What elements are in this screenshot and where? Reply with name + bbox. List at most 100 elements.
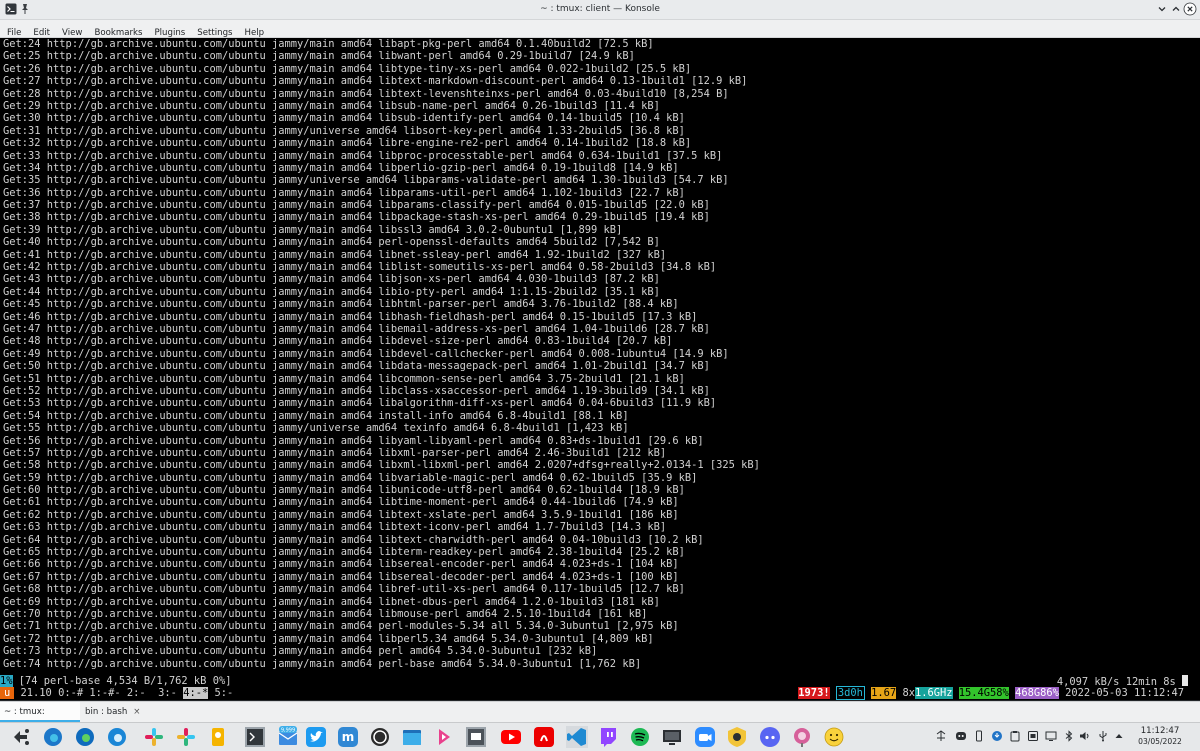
mail-badge-count: 9,999 (281, 728, 295, 734)
memory-badge: 15.4G58% (958, 687, 1009, 699)
terminal-line: Get:28 http://gb.archive.ubuntu.com/ubun… (3, 87, 729, 100)
tmux-datetime: 2022-05-03 11:12:47 (1065, 687, 1184, 699)
terminal-line: Get:53 http://gb.archive.ubuntu.com/ubun… (3, 397, 717, 410)
santander-icon[interactable] (533, 726, 555, 748)
clipboard-icon[interactable] (1009, 730, 1021, 742)
maximize-window-icon[interactable] (1169, 2, 1183, 16)
close-window-icon[interactable] (1183, 2, 1197, 16)
terminal-line: Get:65 http://gb.archive.ubuntu.com/ubun… (3, 546, 685, 559)
notifications-icon[interactable] (1027, 730, 1039, 742)
disk-badge: 468G86% (1015, 687, 1059, 699)
terminal-line: Get:59 http://gb.archive.ubuntu.com/ubun… (3, 471, 698, 484)
media-player-icon[interactable] (433, 726, 455, 748)
cpu-freq-badge: 1.6GHz (914, 687, 953, 699)
bluetooth-icon[interactable] (1063, 730, 1075, 742)
terminal-line: Get:50 http://gb.archive.ubuntu.com/ubun… (3, 360, 710, 373)
tab-tmux-client[interactable]: ~ : tmux: client× (0, 702, 80, 737)
terminal-line: Get:40 http://gb.archive.ubuntu.com/ubun… (3, 236, 660, 249)
window-title: ~ : tmux: client — Konsole (540, 4, 660, 14)
terminal-line: Get:34 http://gb.archive.ubuntu.com/ubun… (3, 161, 679, 174)
discord-tray-icon[interactable] (955, 730, 967, 742)
terminal-line: Get:73 http://gb.archive.ubuntu.com/ubun… (3, 645, 598, 658)
whatsapp-icon[interactable] (369, 726, 391, 748)
terminal-line: Get:38 http://gb.archive.ubuntu.com/ubun… (3, 211, 710, 224)
terminal-line: Get:26 http://gb.archive.ubuntu.com/ubun… (3, 62, 692, 75)
tray-expand-arrow-icon[interactable] (1113, 730, 1125, 742)
terminal-line: Get:54 http://gb.archive.ubuntu.com/ubun… (3, 409, 629, 422)
clock-time: 11:12:47 (1140, 726, 1180, 736)
update-notifier-icon[interactable] (991, 730, 1003, 742)
terminal-line: Get:47 http://gb.archive.ubuntu.com/ubun… (3, 322, 710, 335)
terminal-line: Get:51 http://gb.archive.ubuntu.com/ubun… (3, 372, 685, 385)
emoji-picker-icon[interactable] (823, 726, 845, 748)
application-launcher-icon[interactable] (10, 726, 32, 748)
svg-text:m: m (342, 730, 355, 744)
window-titlebar: ~ : tmux: client — Konsole (0, 0, 1200, 20)
apt-progress-line: 1% [74 perl-base 4,534 B/1,762 kB 0%] 4,0… (0, 675, 1200, 688)
terminal-line: Get:45 http://gb.archive.ubuntu.com/ubun… (3, 298, 679, 311)
terminal-line: Get:46 http://gb.archive.ubuntu.com/ubun… (3, 310, 698, 323)
terminal-line: Get:58 http://gb.archive.ubuntu.com/ubun… (3, 459, 760, 472)
tab-bin-bash[interactable]: bin : bash × (81, 702, 147, 722)
kdeconnect-tray-icon[interactable] (973, 730, 985, 742)
keep-notes-icon[interactable] (207, 726, 229, 748)
file-manager-icon[interactable] (401, 726, 423, 748)
edge-dev-icon[interactable] (42, 726, 64, 748)
mail-icon[interactable]: 9,999 (277, 726, 299, 748)
display-tray-icon[interactable] (1045, 730, 1057, 742)
spotify-icon[interactable] (629, 726, 651, 748)
terminal-line: Get:60 http://gb.archive.ubuntu.com/ubun… (3, 484, 685, 497)
slack-secondary-icon[interactable] (175, 726, 197, 748)
terminal-line: Get:61 http://gb.archive.ubuntu.com/ubun… (3, 496, 679, 509)
vscode-icon[interactable] (566, 726, 588, 748)
zoom-icon[interactable] (694, 726, 716, 748)
tmux-session[interactable]: u (0, 687, 15, 699)
tmux-status-bar: u 21.10 0:-# 1:-#- 2:- 3:- 4:-* 5:- 1973!… (0, 686, 1200, 700)
system-taskbar: 9,999 m 11:12:47 03/05/2022 (0, 722, 1200, 751)
progress-percent: 1% (0, 675, 13, 687)
konsole-tab-bar: ~ : tmux: client× bin : bash × (0, 701, 1200, 737)
tmux-active-window[interactable]: 4:-* (183, 687, 209, 699)
edge-beta-icon[interactable] (106, 726, 128, 748)
terminal-line: Get:29 http://gb.archive.ubuntu.com/ubun… (3, 99, 660, 112)
display-settings-icon[interactable] (661, 726, 683, 748)
terminal-line: Get:43 http://gb.archive.ubuntu.com/ubun… (3, 273, 660, 286)
konsole-taskbar-icon[interactable] (244, 726, 266, 748)
terminal-line: Get:33 http://gb.archive.ubuntu.com/ubun… (3, 149, 723, 162)
youtube-icon[interactable] (500, 726, 522, 748)
load-badge: 1.67 (871, 687, 897, 699)
tmux-windows[interactable]: 0:-# 1:-#- 2:- 3:- (52, 687, 183, 699)
tmux-windows-after[interactable]: 5:- (208, 687, 233, 699)
terminal-line: Get:25 http://gb.archive.ubuntu.com/ubun… (3, 50, 635, 63)
terminal-line: Get:32 http://gb.archive.ubuntu.com/ubun… (3, 137, 692, 150)
network-activity-icon[interactable] (935, 730, 947, 742)
discord-icon[interactable] (759, 726, 781, 748)
terminal-line: Get:56 http://gb.archive.ubuntu.com/ubun… (3, 434, 704, 447)
terminal-line: Get:41 http://gb.archive.ubuntu.com/ubun… (3, 248, 667, 261)
terminal-line: Get:69 http://gb.archive.ubuntu.com/ubun… (3, 595, 660, 608)
twitch-icon[interactable] (597, 726, 619, 748)
kde-connect-icon[interactable] (791, 726, 813, 748)
terminal-view[interactable]: Get:24 http://gb.archive.ubuntu.com/ubun… (0, 38, 1200, 700)
terminal-line: Get:70 http://gb.archive.ubuntu.com/ubun… (3, 607, 648, 620)
terminal-line: Get:49 http://gb.archive.ubuntu.com/ubun… (3, 347, 729, 360)
usb-devices-icon[interactable] (1097, 730, 1109, 742)
slack-icon[interactable] (143, 726, 165, 748)
cpu-count: 8x (902, 687, 915, 699)
minimize-window-icon[interactable] (1155, 2, 1169, 16)
uptime-badge: 3d0h (835, 686, 865, 700)
clock-date: 03/05/2022 (1138, 737, 1182, 746)
twitter-icon[interactable] (305, 726, 327, 748)
close-tab-icon[interactable]: × (133, 707, 140, 717)
terminal-line: Get:55 http://gb.archive.ubuntu.com/ubun… (3, 422, 629, 435)
terminal-line: Get:52 http://gb.archive.ubuntu.com/ubun… (3, 384, 710, 397)
terminal-line: Get:74 http://gb.archive.ubuntu.com/ubun… (3, 657, 642, 670)
terminal-line: Get:44 http://gb.archive.ubuntu.com/ubun… (3, 285, 660, 298)
terminal-line: Get:71 http://gb.archive.ubuntu.com/ubun… (3, 620, 679, 633)
mastodon-icon[interactable]: m (337, 726, 359, 748)
desktop-session-icon[interactable] (465, 726, 487, 748)
edge-icon[interactable] (74, 726, 96, 748)
system-monitor-icon[interactable] (726, 726, 748, 748)
volume-icon[interactable] (1079, 730, 1091, 742)
taskbar-clock[interactable]: 11:12:47 03/05/2022 (1130, 726, 1190, 747)
